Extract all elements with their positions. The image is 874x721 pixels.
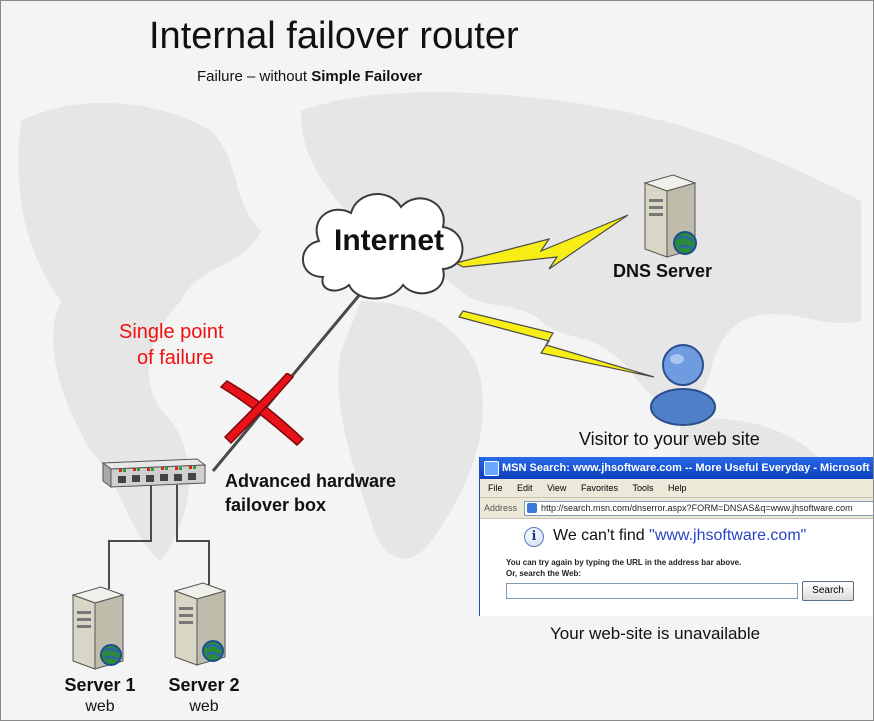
browser-window: MSN Search: www.jhsoftware.com -- More U… xyxy=(479,457,873,616)
browser-content: i We can't find "www.jhsoftware.com" You… xyxy=(480,519,873,616)
browser-menu-bar: File Edit View Favorites Tools Help xyxy=(480,479,873,498)
link-box-to-server-2 xyxy=(176,485,210,585)
link-box-to-server-1 xyxy=(108,485,152,589)
spof-line-1: Single point xyxy=(119,321,224,343)
failover-box-line-2: failover box xyxy=(225,495,327,515)
server-1-role: web xyxy=(85,698,115,715)
diagram-subtitle: Failure – without Simple Failover xyxy=(197,68,422,85)
info-icon: i xyxy=(524,527,544,547)
subtitle-prefix: Failure – without xyxy=(197,68,312,85)
hint-line-2: Or, search the Web: xyxy=(506,569,581,578)
diagram-title: Internal failover router xyxy=(149,15,519,57)
server-2-name: Server 2 xyxy=(168,675,240,695)
menu-file[interactable]: File xyxy=(488,483,503,493)
address-label: Address xyxy=(484,503,518,513)
internet-label: Internet xyxy=(334,224,445,257)
menu-favorites[interactable]: Favorites xyxy=(581,483,618,493)
subtitle-emphasis: Simple Failover xyxy=(311,68,423,85)
server-1-icon xyxy=(71,586,125,670)
browser-title-bar: MSN Search: www.jhsoftware.com -- More U… xyxy=(480,457,873,479)
menu-tools[interactable]: Tools xyxy=(632,483,653,493)
browser-app-icon xyxy=(484,461,499,476)
error-message-domain: "www.jhsoftware.com" xyxy=(649,527,807,544)
dns-server-label: DNS Server xyxy=(613,261,713,281)
lightning-bolt-dns xyxy=(454,214,629,270)
server-2-role: web xyxy=(189,698,219,715)
menu-view[interactable]: View xyxy=(547,483,566,493)
search-input[interactable] xyxy=(506,583,798,599)
network-switch-icon xyxy=(101,458,207,488)
search-button[interactable]: Search xyxy=(802,581,854,601)
error-message: We can't find "www.jhsoftware.com" xyxy=(553,527,806,545)
failover-box-label: Advanced hardware failover box xyxy=(225,469,396,517)
error-message-prefix: We can't find xyxy=(553,527,650,544)
visitor-label: Visitor to your web site xyxy=(579,429,760,449)
page-icon xyxy=(527,503,537,513)
failover-box-line-1: Advanced hardware xyxy=(225,471,397,491)
hint-line-1: You can try again by typing the URL in t… xyxy=(506,558,742,567)
menu-help[interactable]: Help xyxy=(668,483,687,493)
lightning-bolt-visitor xyxy=(458,310,655,378)
red-x-icon xyxy=(219,373,305,447)
menu-edit[interactable]: Edit xyxy=(517,483,533,493)
browser-address-bar: Address http://search.msn.com/dnserror.a… xyxy=(480,498,873,519)
user-icon xyxy=(650,344,716,426)
address-field[interactable]: http://search.msn.com/dnserror.aspx?FORM… xyxy=(524,501,873,516)
server-1-name: Server 1 xyxy=(64,675,136,695)
dns-server-icon xyxy=(643,174,697,258)
address-value: http://search.msn.com/dnserror.aspx?FORM… xyxy=(541,503,853,513)
single-point-of-failure-label: Single point of failure xyxy=(119,319,224,371)
unavailable-caption: Your web-site is unavailable xyxy=(550,624,761,643)
server-2-icon xyxy=(173,582,227,666)
browser-title: MSN Search: www.jhsoftware.com -- More U… xyxy=(502,462,870,474)
diagram-canvas: Internet DNS Server Visitor to your web … xyxy=(0,0,874,721)
spof-line-2: of failure xyxy=(137,347,214,369)
